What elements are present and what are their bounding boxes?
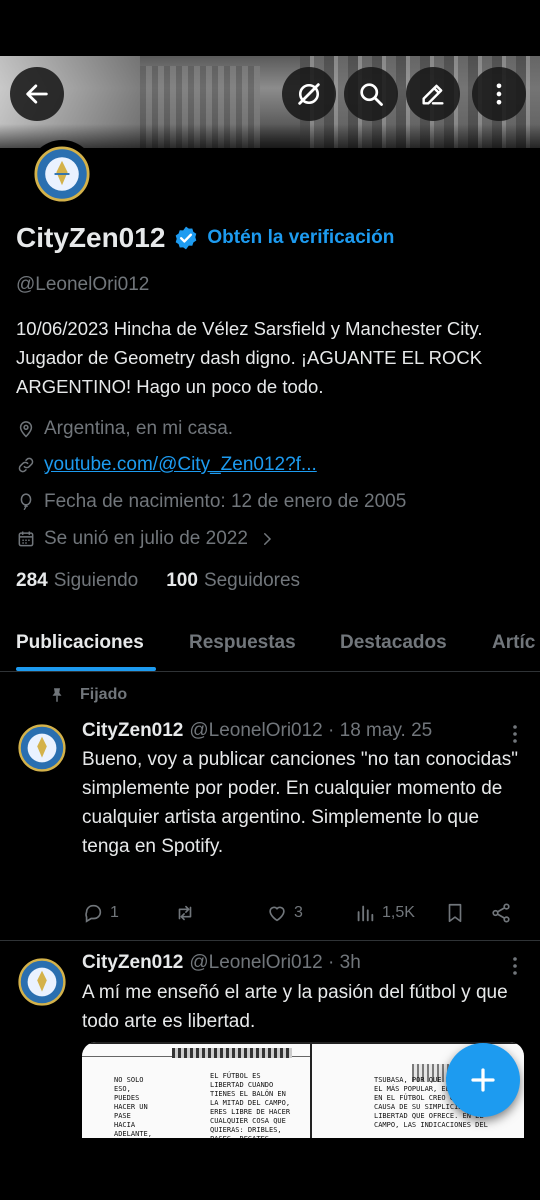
tweet-avatar[interactable] (16, 722, 68, 774)
reply-icon (85, 904, 102, 923)
crest-icon (34, 146, 90, 202)
crest-icon (18, 958, 66, 1006)
compose-post-button[interactable] (446, 1043, 520, 1117)
plus-icon (471, 1068, 495, 1092)
retweet-icon (178, 905, 192, 921)
birthday-text: Fecha de nacimiento: 12 de enero de 2005 (44, 491, 407, 512)
tweet-divider (0, 940, 540, 941)
tweet-meta: @LeonelOri012 · 18 may. 25 (189, 720, 433, 741)
tweet-avatar[interactable] (16, 956, 68, 1008)
followers-label[interactable]: Seguidores (204, 570, 300, 592)
tweet-header: CityZen012 @LeonelOri012 · 18 may. 25 (82, 720, 432, 742)
tweet-actions: 1 3 1,5K (82, 902, 522, 926)
verified-badge-icon (176, 226, 197, 250)
tweet-author-name[interactable]: CityZen012 (82, 720, 183, 742)
following-label[interactable]: Siguiendo (54, 570, 139, 592)
reply-count: 1 (110, 904, 119, 921)
website-link[interactable]: youtube.com/@City_Zen012?f... (44, 454, 317, 476)
location-pin-icon (19, 421, 33, 438)
profile-bio: 10/06/2023 Hincha de Vélez Sarsfield y M… (16, 318, 483, 397)
chevron-right-icon (263, 533, 271, 545)
bar-chart-icon (357, 905, 374, 922)
pin-icon (52, 688, 62, 702)
joined-text: Se unió en julio de 2022 (44, 528, 248, 549)
like-button[interactable]: 3 (266, 902, 303, 924)
reply-button[interactable]: 1 (82, 902, 119, 924)
calendar-icon (18, 531, 34, 547)
tab-articulos[interactable]: Artíc (492, 632, 535, 654)
more-vertical-icon[interactable] (510, 956, 520, 976)
profile-avatar[interactable] (28, 140, 96, 208)
location-row: Argentina, en mi casa. (16, 418, 233, 440)
bookmark-button[interactable] (444, 902, 472, 924)
heart-icon (269, 906, 285, 922)
followers-count[interactable]: 100 (166, 570, 198, 592)
grok-icon (298, 83, 320, 105)
active-tab-indicator (16, 667, 156, 671)
arrow-left-icon (26, 84, 48, 104)
tweet-text: A mí me enseñó el arte y la pasión del f… (82, 982, 508, 1032)
joined-row[interactable]: Se unió en julio de 2022 (16, 528, 284, 550)
more-vertical-icon (496, 83, 502, 105)
profile-name: CityZen012 (16, 222, 166, 253)
profile-handle: @LeonelOri012 (16, 274, 150, 295)
following-count[interactable]: 284 (16, 570, 48, 592)
more-vertical-icon[interactable] (510, 724, 520, 744)
tweet-header: CityZen012 @LeonelOri012 · 3h (82, 952, 361, 974)
website-row[interactable]: youtube.com/@City_Zen012?f... (16, 454, 317, 476)
grok-button[interactable] (282, 67, 336, 121)
tweet-author-name[interactable]: CityZen012 (82, 952, 183, 974)
profile-tabs: Publicaciones Respuestas Destacados Artí… (0, 622, 540, 672)
bookmark-icon (448, 903, 462, 923)
view-count: 1,5K (382, 904, 415, 921)
share-button[interactable] (490, 902, 518, 924)
manga-speech-2: EL FÚTBOL ES LIBERTAD CUANDO TIENES EL B… (210, 1072, 291, 1138)
location-text: Argentina, en mi casa. (44, 418, 234, 439)
tab-respuestas[interactable]: Respuestas (189, 632, 296, 654)
more-options-button[interactable] (472, 67, 526, 121)
crest-icon (18, 724, 66, 772)
tweet-text: Bueno, voy a publicar canciones "no tan … (82, 749, 518, 857)
retweet-button[interactable] (174, 902, 202, 924)
balloon-icon (20, 493, 32, 510)
pencil-icon (422, 84, 444, 105)
back-button[interactable] (10, 67, 64, 121)
tab-destacados[interactable]: Destacados (340, 632, 447, 654)
search-button[interactable] (344, 67, 398, 121)
manga-speech-1: NO SOLO ESO, PUEDES HACER UN PASE HACIA … (114, 1076, 152, 1138)
edit-button[interactable] (406, 67, 460, 121)
birthday-row: Fecha de nacimiento: 12 de enero de 2005 (16, 491, 406, 513)
tweet-meta: @LeonelOri012 · 3h (189, 952, 361, 973)
like-count: 3 (294, 904, 303, 921)
share-icon (492, 903, 510, 923)
views-button[interactable]: 1,5K (354, 902, 415, 924)
get-verified-link[interactable]: Obtén la verificación (207, 227, 394, 249)
profile-banner[interactable] (0, 56, 540, 148)
pinned-text: Fijado (80, 686, 128, 703)
link-icon (18, 457, 34, 473)
search-icon (360, 83, 383, 106)
pinned-label: Fijado (48, 686, 127, 704)
tab-publicaciones[interactable]: Publicaciones (16, 632, 144, 654)
